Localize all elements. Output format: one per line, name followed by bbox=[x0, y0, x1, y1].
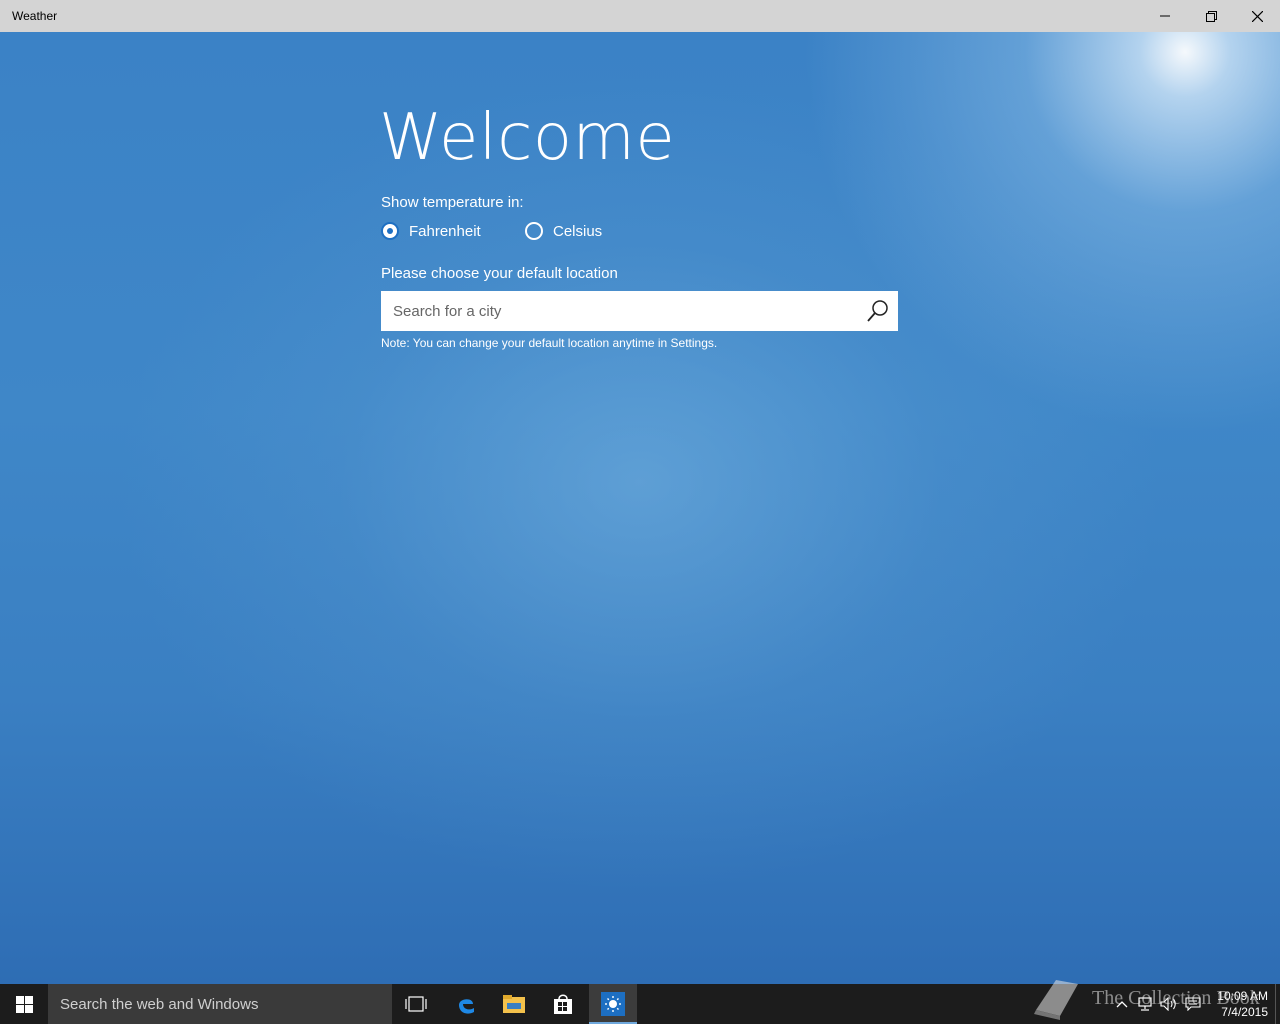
minimize-button[interactable] bbox=[1142, 0, 1188, 32]
action-center-icon bbox=[1185, 997, 1201, 1011]
radio-selected-icon[interactable] bbox=[381, 222, 399, 240]
restore-icon bbox=[1205, 10, 1217, 22]
welcome-heading: Welcome bbox=[379, 101, 676, 175]
network-icon bbox=[1138, 997, 1152, 1011]
taskbar-search-box[interactable]: Search the web and Windows bbox=[48, 984, 392, 1024]
fahrenheit-label: Fahrenheit bbox=[409, 222, 481, 240]
volume-icon bbox=[1160, 997, 1176, 1011]
action-center-button[interactable] bbox=[1182, 984, 1204, 1024]
file-explorer-icon bbox=[503, 995, 525, 1013]
title-bar: Weather bbox=[0, 0, 1280, 32]
show-desktop-button[interactable] bbox=[1275, 984, 1280, 1024]
taskbar-search-placeholder: Search the web and Windows bbox=[60, 995, 259, 1013]
windows-logo-icon bbox=[15, 995, 33, 1013]
volume-button[interactable] bbox=[1158, 984, 1180, 1024]
network-button[interactable] bbox=[1134, 984, 1156, 1024]
show-hidden-icons-button[interactable] bbox=[1112, 984, 1132, 1024]
clock-date: 7/4/2015 bbox=[1221, 1005, 1268, 1019]
city-search-input[interactable] bbox=[381, 291, 851, 331]
start-button[interactable] bbox=[0, 984, 48, 1024]
search-icon[interactable] bbox=[866, 299, 890, 323]
radio-unselected-icon[interactable] bbox=[525, 222, 543, 240]
minimize-icon bbox=[1160, 15, 1170, 17]
task-view-icon bbox=[405, 996, 427, 1012]
temperature-unit-label: Show temperature in: bbox=[381, 194, 524, 211]
city-search-box[interactable] bbox=[381, 291, 898, 331]
window-title: Weather bbox=[12, 9, 58, 23]
weather-app-area: Welcome Show temperature in: Fahrenheit … bbox=[0, 32, 1280, 984]
edge-button[interactable] bbox=[442, 984, 490, 1024]
edge-icon bbox=[459, 999, 474, 1014]
celsius-radio[interactable]: Celsius bbox=[525, 222, 602, 240]
celsius-label: Celsius bbox=[553, 222, 603, 240]
chevron-up-icon bbox=[1116, 1001, 1128, 1008]
restore-button[interactable] bbox=[1188, 0, 1234, 32]
settings-note: Note: You can change your default locati… bbox=[381, 336, 718, 350]
system-clock[interactable]: 10:09 AM 7/4/2015 bbox=[1204, 988, 1268, 1020]
task-view-button[interactable] bbox=[392, 984, 440, 1024]
store-icon bbox=[554, 994, 572, 1014]
close-button[interactable] bbox=[1234, 0, 1280, 32]
fahrenheit-radio[interactable]: Fahrenheit bbox=[381, 222, 481, 240]
store-button[interactable] bbox=[539, 984, 587, 1024]
weather-icon bbox=[601, 992, 625, 1016]
taskbar: Search the web and Windows 10:09 AM 7/4/… bbox=[0, 984, 1280, 1024]
default-location-label: Please choose your default location bbox=[381, 265, 618, 282]
clock-time: 10:09 AM bbox=[1217, 989, 1268, 1003]
close-icon bbox=[1251, 10, 1263, 22]
weather-taskbar-button[interactable] bbox=[589, 984, 637, 1024]
file-explorer-button[interactable] bbox=[490, 984, 538, 1024]
